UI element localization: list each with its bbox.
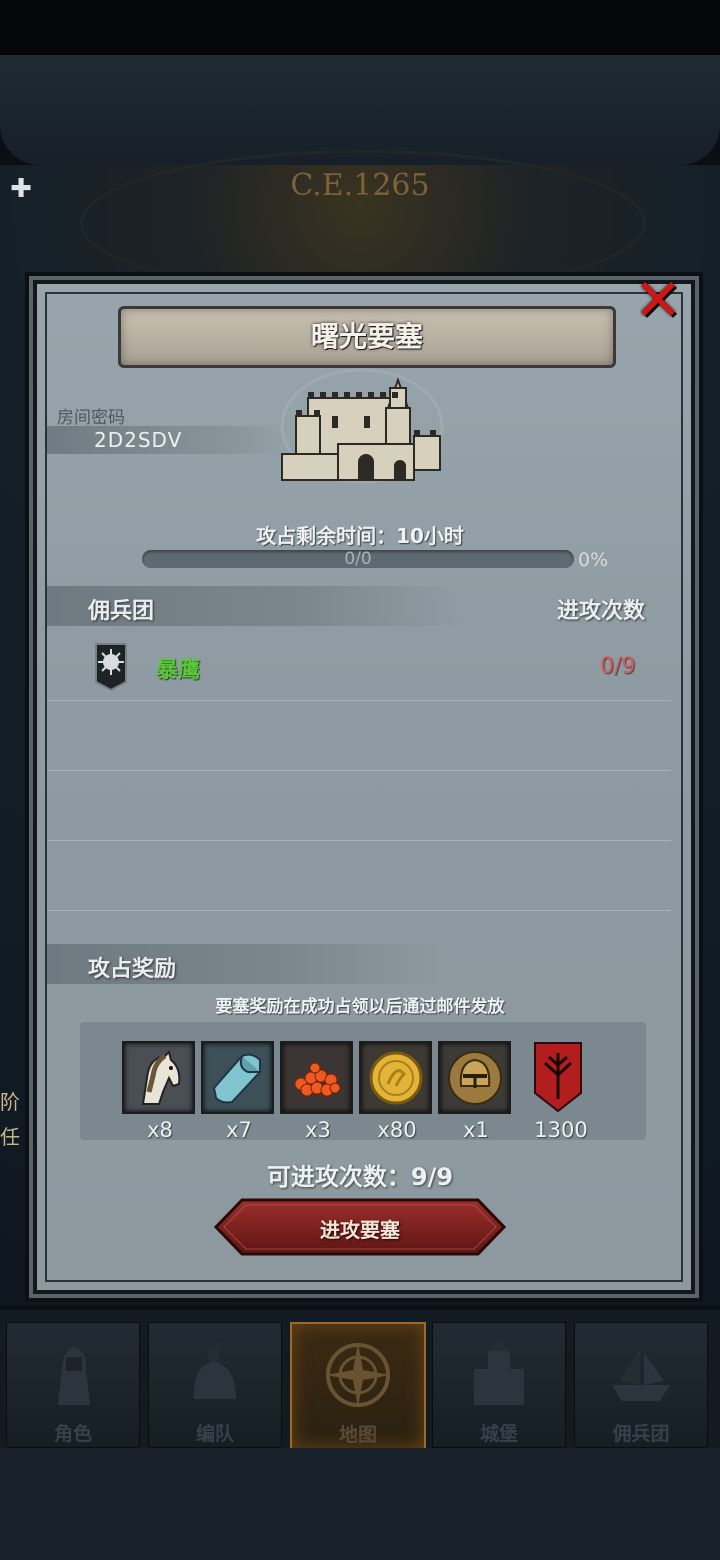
mercenary-section-title: 佣兵团 xyxy=(88,599,155,624)
castle-icon xyxy=(474,1339,524,1405)
guild-banner-icon xyxy=(95,643,127,692)
side-label: 任 xyxy=(0,1125,20,1149)
nav-tab-label: 角色 xyxy=(53,1423,92,1445)
nav-tab-castle[interactable]: 城堡 xyxy=(432,1322,566,1448)
reward-count: x1 xyxy=(463,1118,489,1142)
status-bar xyxy=(0,0,720,55)
mercenary-row-empty xyxy=(47,840,671,911)
nav-tab-formation[interactable]: 编队 xyxy=(148,1322,282,1448)
room-password-label: 房间密码 xyxy=(57,408,125,428)
mercenary-row-empty xyxy=(47,700,671,771)
reward-item-horse[interactable] xyxy=(122,1041,195,1114)
attack-fortress-button-label: 进攻要塞 xyxy=(320,1218,400,1242)
capture-progress-percent: 0% xyxy=(578,549,609,571)
room-password-value: 2D2SDV xyxy=(94,428,183,452)
compass-icon xyxy=(326,1343,390,1407)
mercenary-attacks: 0/9 xyxy=(600,654,636,679)
side-label: 阶 xyxy=(0,1090,20,1114)
bottom-band xyxy=(0,1448,720,1560)
reward-item-crest[interactable] xyxy=(521,1041,594,1114)
mercenary-name: 暴鹰 xyxy=(156,658,201,683)
reward-section-title: 攻占奖励 xyxy=(88,957,177,982)
close-button[interactable]: ✕ xyxy=(630,271,686,329)
capture-progress-text: 0/0 xyxy=(344,549,372,569)
reward-count: x8 xyxy=(147,1118,173,1142)
reward-count: x80 xyxy=(377,1118,417,1142)
nav-tab-label: 城堡 xyxy=(479,1423,518,1445)
gold-coin-icon xyxy=(369,1051,422,1104)
reward-item-berries[interactable] xyxy=(280,1041,353,1114)
attacks-column-header: 进攻次数 xyxy=(556,599,645,624)
helmet-plume-icon xyxy=(193,1343,236,1399)
reward-item-gold[interactable] xyxy=(359,1041,432,1114)
capture-time-remaining: 攻占剩余时间：10小时 xyxy=(256,524,464,548)
mercenary-ship-icon xyxy=(612,1347,670,1401)
cloth-icon xyxy=(212,1053,261,1103)
puzzle-icon[interactable]: ✚ xyxy=(4,172,38,206)
available-attacks: 可进攻次数：9/9 xyxy=(266,1163,454,1191)
mercenary-row-empty xyxy=(47,770,671,841)
nav-tab-label: 地图 xyxy=(338,1424,377,1446)
horse-icon xyxy=(141,1049,180,1105)
reward-item-helmet[interactable] xyxy=(438,1041,511,1114)
nav-tab-map[interactable]: 地图 xyxy=(290,1322,426,1450)
nav-tab-character[interactable]: 角色 xyxy=(6,1322,140,1448)
crest-banner-icon xyxy=(534,1042,582,1113)
nav-tab-mercenary[interactable]: 佣兵团 xyxy=(574,1322,708,1448)
reward-count: 1300 xyxy=(534,1118,588,1142)
era-label: C.E.1265 xyxy=(290,168,430,203)
berries-icon xyxy=(294,1062,340,1096)
reward-item-cloth[interactable] xyxy=(201,1041,274,1114)
reward-count: x3 xyxy=(305,1118,331,1142)
mercenary-row[interactable] xyxy=(47,630,671,701)
reward-note: 要塞奖励在成功占领以后通过邮件发放 xyxy=(215,997,505,1017)
side-left-labels: 阶 任 xyxy=(0,1080,32,1230)
fortress-castle-icon xyxy=(280,368,444,484)
top-header-band xyxy=(0,55,720,165)
knight-icon xyxy=(58,1347,90,1405)
helmet-icon xyxy=(447,1050,502,1105)
nav-tab-label: 佣兵团 xyxy=(612,1423,670,1445)
nav-tab-label: 编队 xyxy=(195,1423,234,1445)
dialog-title: 曙光要塞 xyxy=(118,306,616,368)
reward-count: x7 xyxy=(226,1118,252,1142)
